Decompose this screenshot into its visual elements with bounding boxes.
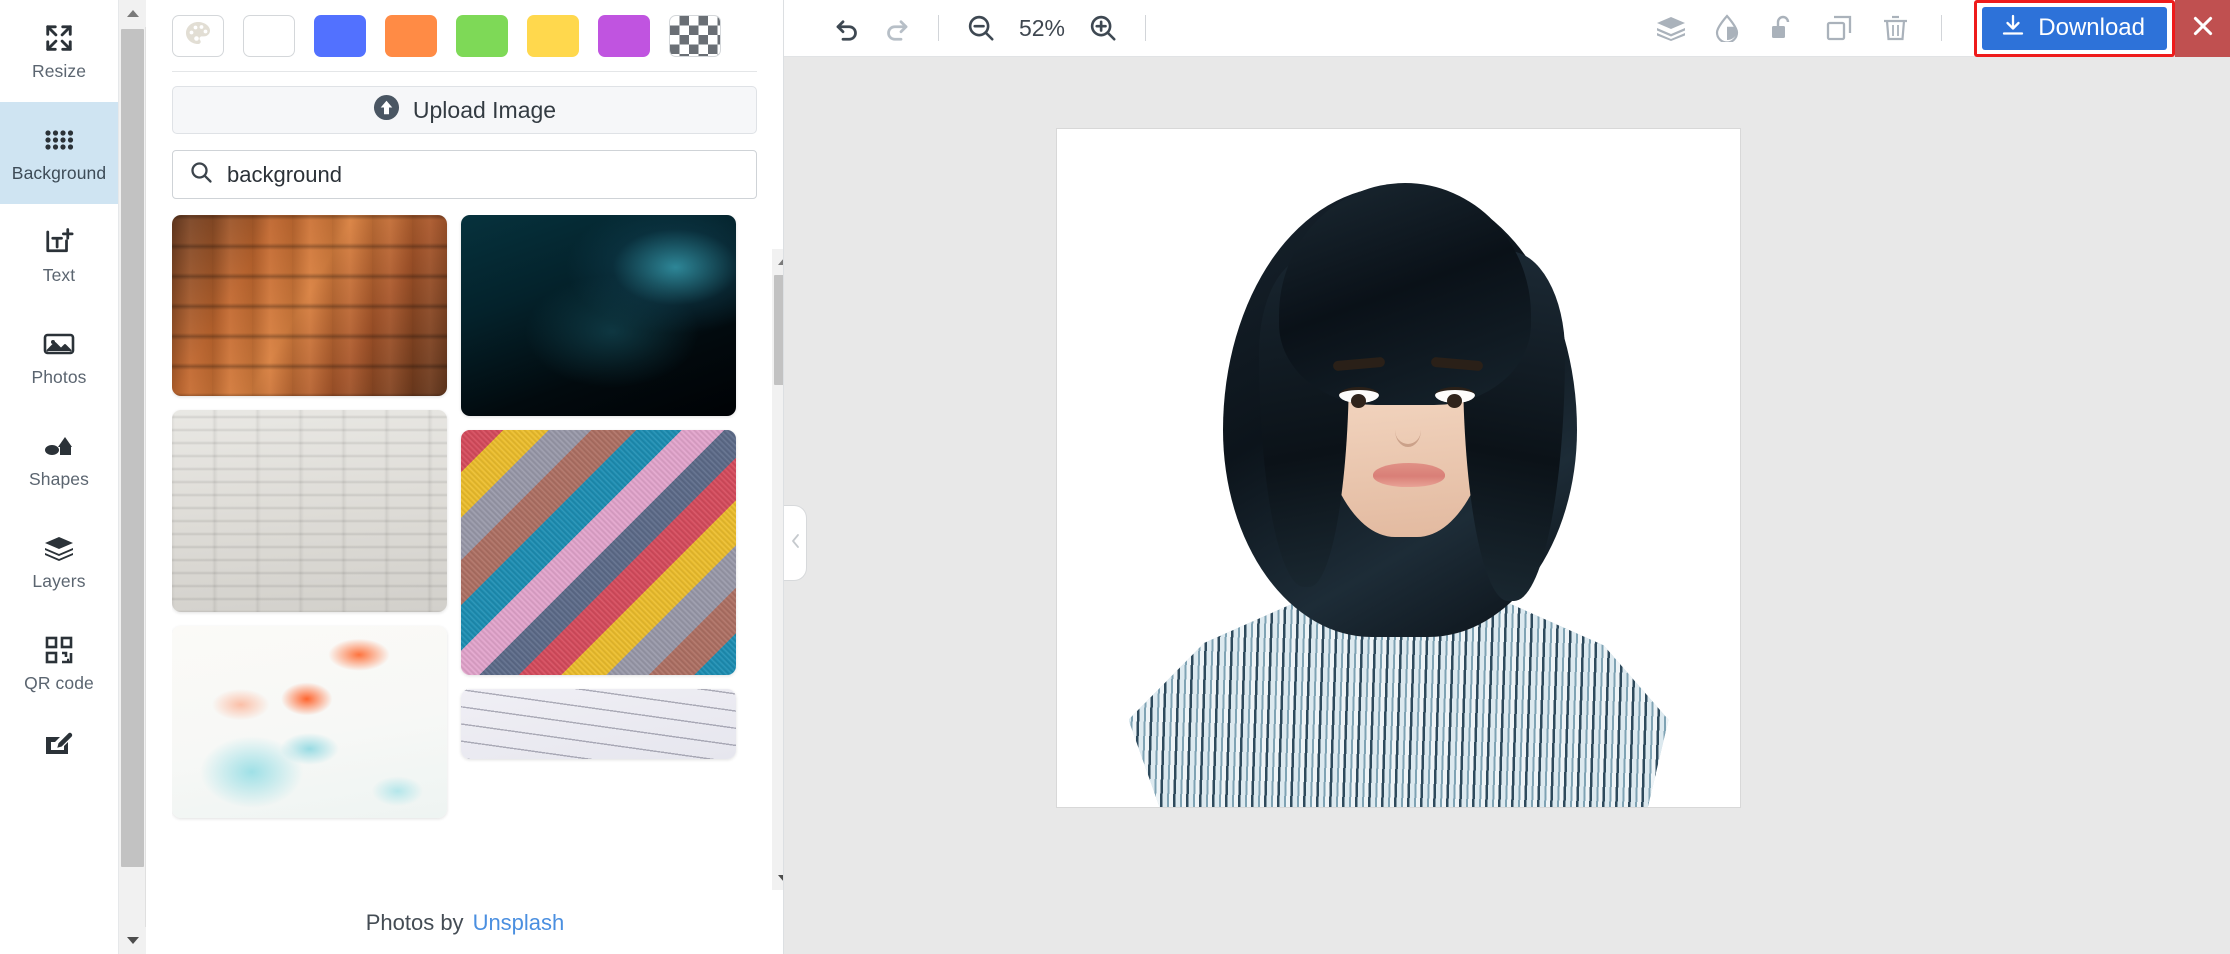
thumb-rainbow-planks[interactable]	[461, 430, 736, 675]
toolbar-separator	[938, 15, 939, 41]
panel-footer: Photos by Unsplash	[146, 892, 784, 954]
lips-shape	[1373, 463, 1445, 487]
toolbar-right-group: Download	[1643, 0, 2230, 57]
sidebar-item-photos[interactable]: Photos	[0, 306, 118, 408]
portrait-canvas[interactable]	[1056, 128, 1741, 808]
sidebar-item-background[interactable]: Background	[0, 102, 118, 204]
sidebar-item-shapes[interactable]: Shapes	[0, 408, 118, 510]
thumbnail-scrollbar[interactable]	[772, 249, 784, 890]
color-picker-swatch[interactable]	[172, 15, 224, 57]
image-editor-app: Resize Background Text	[0, 0, 2230, 954]
thumbnail-scroll-thumb[interactable]	[774, 275, 784, 385]
purple-swatch[interactable]	[598, 15, 650, 57]
editor-stage: 52%	[784, 0, 2230, 954]
upload-image-button[interactable]: Upload Image	[172, 86, 757, 134]
close-button[interactable]	[2175, 0, 2230, 57]
download-label: Download	[2038, 16, 2145, 40]
sidebar-item-resize[interactable]: Resize	[0, 0, 118, 102]
eye-left	[1339, 387, 1379, 403]
panel-collapse-handle[interactable]	[784, 505, 807, 581]
color-swatch-row	[146, 0, 783, 58]
download-button[interactable]: Download	[1982, 7, 2167, 50]
thumb-dark-teal-sky[interactable]	[461, 215, 736, 416]
green-swatch[interactable]	[456, 15, 508, 57]
palette-icon	[184, 20, 212, 53]
yellow-swatch[interactable]	[527, 15, 579, 57]
unsplash-link[interactable]: Unsplash	[473, 910, 565, 936]
sidebar-item-qr-code[interactable]: QR code	[0, 612, 118, 714]
panel-divider	[172, 71, 757, 72]
sidebar-item-label: Photos	[31, 369, 86, 387]
shapes-icon	[43, 430, 75, 462]
thumbnail-scroll-down-button[interactable]	[772, 866, 784, 890]
undo-button[interactable]	[824, 4, 872, 52]
layers-icon[interactable]	[1643, 0, 1699, 57]
toolbar-separator-3	[1941, 15, 1942, 41]
pupil-left	[1351, 394, 1366, 408]
thumb-line-pattern[interactable]	[461, 689, 736, 759]
thumbnail-scroll-up-button[interactable]	[772, 249, 784, 273]
duplicate-icon[interactable]	[1811, 0, 1867, 57]
sidebar-item-text[interactable]: Text	[0, 204, 118, 306]
search-input[interactable]	[227, 162, 740, 188]
zoom-level-label: 52%	[1011, 15, 1073, 42]
transparent-swatch[interactable]	[669, 15, 721, 57]
nose-shape	[1395, 413, 1421, 447]
grid-dots-icon	[43, 124, 75, 156]
download-highlight-box: Download	[1974, 0, 2175, 57]
search-box[interactable]	[172, 150, 757, 199]
pupil-right	[1447, 394, 1462, 408]
left-sidebar: Resize Background Text	[0, 0, 119, 954]
close-x-icon	[2190, 13, 2216, 44]
trash-icon[interactable]	[1867, 0, 1923, 57]
photo-icon	[43, 328, 75, 360]
unlock-icon[interactable]	[1755, 0, 1811, 57]
resize-icon	[43, 22, 75, 54]
edit-pencil-icon	[43, 728, 75, 760]
blue-swatch[interactable]	[314, 15, 366, 57]
thumbnail-grid	[172, 215, 736, 818]
sidebar-item-label: Layers	[32, 573, 85, 591]
sidebar-item-label: Resize	[32, 63, 86, 81]
eye-right	[1435, 387, 1475, 403]
sidebar-item-layers[interactable]: Layers	[0, 510, 118, 612]
toolbar-left-group: 52%	[824, 4, 1164, 52]
qr-code-icon	[43, 634, 75, 666]
sidebar-item-label: Background	[12, 165, 106, 183]
thumb-watercolor-splash[interactable]	[172, 626, 447, 818]
sidebar-scrollbar[interactable]	[119, 0, 146, 954]
opacity-icon[interactable]	[1699, 0, 1755, 57]
zoom-out-button[interactable]	[957, 4, 1005, 52]
upload-image-label: Upload Image	[413, 99, 556, 122]
toolbar-separator-2	[1145, 15, 1146, 41]
sidebar-scroll-down-button[interactable]	[119, 927, 146, 954]
redo-button[interactable]	[872, 4, 920, 52]
sidebar-item-label: QR code	[24, 675, 94, 693]
sidebar-scroll-up-button[interactable]	[119, 0, 146, 27]
sidebar-item-label: Text	[43, 267, 76, 285]
search-icon	[189, 160, 213, 189]
top-toolbar: 52%	[784, 0, 2230, 57]
portrait-photo-layer[interactable]	[1119, 141, 1679, 801]
sidebar-item-label: Shapes	[29, 471, 89, 489]
zoom-in-button[interactable]	[1079, 4, 1127, 52]
sidebar-item-edit[interactable]	[0, 714, 118, 774]
background-panel: Upload Image	[146, 0, 784, 954]
sidebar-scroll-thumb[interactable]	[121, 29, 144, 867]
upload-arrow-icon	[373, 94, 400, 126]
thumb-wood-planks[interactable]	[172, 215, 447, 396]
add-text-icon	[43, 226, 75, 258]
chevron-left-icon	[789, 532, 802, 555]
white-swatch[interactable]	[243, 15, 295, 57]
photos-credit-text: Photos by	[366, 910, 464, 936]
layers-icon	[43, 532, 75, 564]
orange-swatch[interactable]	[385, 15, 437, 57]
thumb-white-brick-wall[interactable]	[172, 410, 447, 612]
download-icon	[2000, 13, 2026, 44]
thumbnail-results-area	[172, 215, 758, 865]
